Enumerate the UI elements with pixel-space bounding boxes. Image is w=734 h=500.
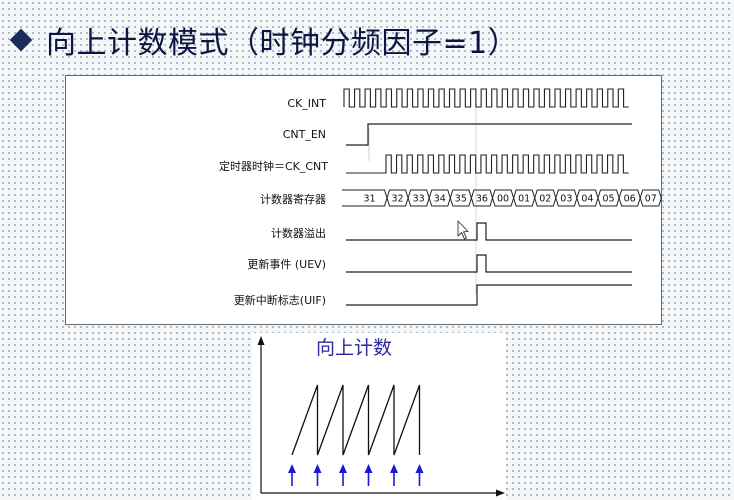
- slide-title: 向上计数模式（时钟分频因子=1）: [10, 20, 519, 61]
- signal-label-counter-register: 计数器寄存器: [260, 192, 326, 206]
- register-value: 35: [455, 194, 467, 205]
- counter-figure-title: 向上计数: [316, 337, 392, 359]
- counter-register-bus: 31 32 33 34 35 36 00 01 02 03 04 05 06 07: [342, 189, 662, 207]
- slide-title-text: 向上计数模式（时钟分频因子=1）: [46, 26, 519, 61]
- signal-label-ck-cnt: 定时器时钟＝CK_CNT: [219, 159, 328, 173]
- register-value: 02: [539, 194, 551, 205]
- cnt-en-waveform: [346, 123, 632, 146]
- register-value: 32: [392, 194, 404, 205]
- register-value: 31: [363, 194, 375, 205]
- ck-cnt-waveform: [346, 154, 629, 174]
- counter-figure: 向上计数: [252, 333, 506, 500]
- up-arrow-icon: [288, 464, 296, 486]
- up-arrow-icon: [339, 464, 347, 486]
- counter-overflow-waveform: [346, 222, 632, 241]
- timing-diagram: CK_INT CNT_EN 定时器时钟＝CK_CNT 计数器寄存器 计数器溢出 …: [65, 75, 662, 325]
- register-value: 00: [497, 194, 509, 205]
- up-arrow-icon: [313, 464, 322, 486]
- uev-waveform: [346, 254, 632, 273]
- timing-diagram-svg: CK_INT CNT_EN 定时器时钟＝CK_CNT 计数器寄存器 计数器溢出 …: [219, 88, 662, 307]
- register-value: 05: [603, 194, 615, 205]
- register-value: 04: [581, 194, 593, 205]
- up-arrow-icon: [415, 464, 424, 486]
- signal-label-ck-int: CK_INT: [287, 97, 326, 110]
- register-value: 03: [560, 194, 572, 205]
- up-arrow-icon: [364, 464, 373, 486]
- register-value: 34: [434, 194, 446, 205]
- register-value: 01: [518, 194, 530, 205]
- register-value: 36: [476, 194, 488, 205]
- signal-label-counter-overflow: 计数器溢出: [271, 226, 326, 240]
- diamond-bullet-icon: [10, 29, 32, 51]
- register-value: 06: [624, 194, 636, 205]
- sawtooth-waveform: [291, 384, 421, 456]
- x-axis-arrow-icon: [496, 489, 505, 497]
- mouse-cursor-icon: [457, 220, 469, 240]
- register-value: 07: [645, 194, 657, 205]
- signal-label-uif: 更新中断标志(UIF): [234, 293, 326, 307]
- uif-waveform: [346, 284, 632, 306]
- ck-int-waveform: [343, 88, 629, 108]
- signal-label-uev: 更新事件 (UEV): [247, 257, 326, 271]
- signal-label-cnt-en: CNT_EN: [283, 128, 326, 141]
- up-arrow-icon: [390, 464, 398, 486]
- count-event-arrows: [288, 464, 424, 486]
- counter-figure-svg: 向上计数: [257, 336, 505, 497]
- y-axis-arrow-icon: [257, 336, 265, 345]
- register-value: 33: [413, 194, 425, 205]
